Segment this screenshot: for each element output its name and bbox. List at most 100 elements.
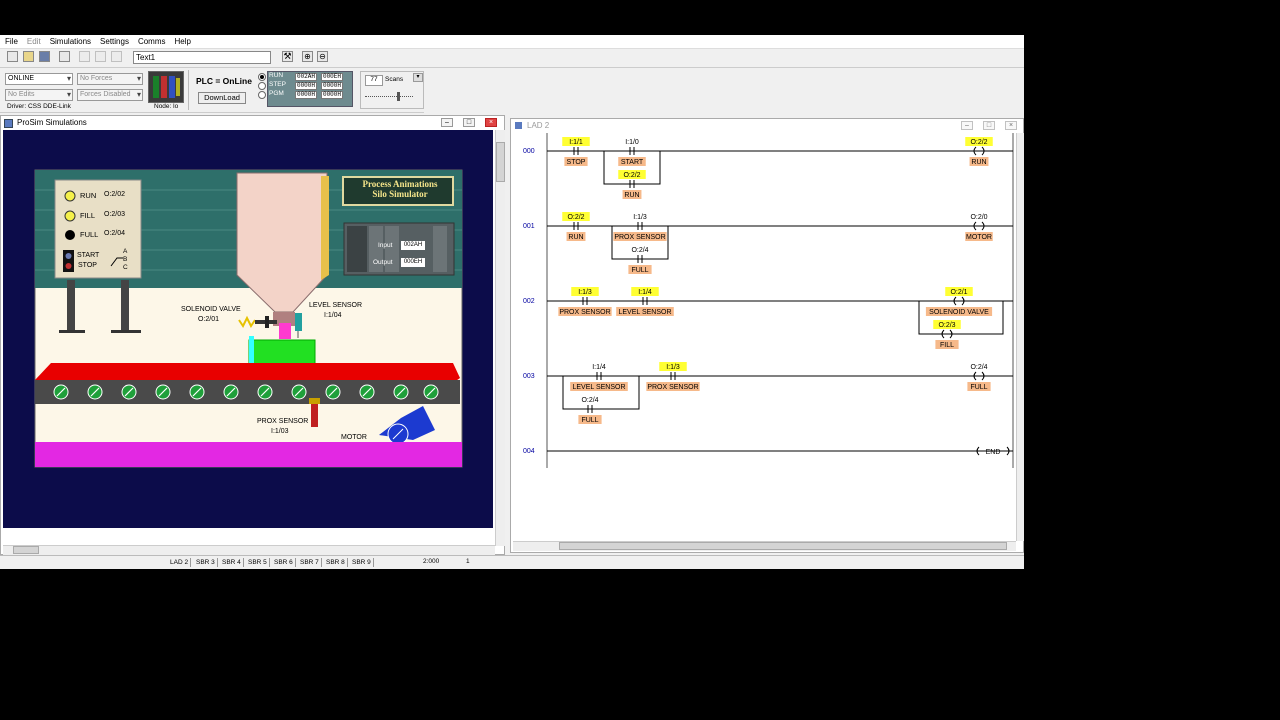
menu-file[interactable]: File <box>0 35 22 48</box>
copy-icon[interactable] <box>95 51 106 62</box>
rung-number: 001 <box>523 223 535 230</box>
scans-count[interactable]: 77 <box>365 75 383 86</box>
rung-number: 000 <box>523 148 535 155</box>
hex-output-3: 0000H <box>321 91 343 99</box>
ladder-diagram: 000 I:1/1 STOP I:1/0 START O:2/2 RUN O:2/2 RUN 00… <box>513 133 1019 530</box>
ladder-vertical-scrollbar[interactable] <box>1016 133 1024 541</box>
edits-select[interactable]: No Edits <box>5 89 73 101</box>
contact-addr: I:1/3 <box>578 289 592 296</box>
scan-slider-track[interactable] <box>365 96 413 98</box>
tab-sbr8[interactable]: SBR 8 <box>324 558 348 567</box>
fill-light-label: FILL <box>80 211 96 220</box>
contact-tag: RUN <box>568 234 583 241</box>
tab-sbr4[interactable]: SBR 4 <box>220 558 244 567</box>
forces-disabled-select[interactable]: Forces Disabled <box>77 89 143 101</box>
scan-slider-thumb[interactable] <box>397 92 400 101</box>
maximize-icon[interactable]: □ <box>983 121 995 130</box>
sim-hscroll-thumb[interactable] <box>13 546 39 554</box>
tab-sbr7[interactable]: SBR 7 <box>298 558 322 567</box>
tab-sbr9[interactable]: SBR 9 <box>350 558 374 567</box>
hex-input-1: 002AH <box>295 73 317 81</box>
download-button[interactable]: DownLoad <box>198 92 246 104</box>
tab-lad2[interactable]: LAD 2 <box>168 558 192 567</box>
zoom-in-icon[interactable]: ⊕ <box>302 51 313 62</box>
text-field[interactable]: Text1 <box>133 51 271 64</box>
maximize-icon[interactable]: □ <box>463 118 475 127</box>
branch-contact-tag: FULL <box>581 417 598 424</box>
level-sensor-label: LEVEL SENSOR <box>309 302 363 309</box>
contact-addr: I:1/4 <box>592 364 606 371</box>
contact-addr: O:2/2 <box>567 214 584 221</box>
footer-bar: LAD 2 SBR 3 SBR 4 SBR 5 SBR 6 SBR 7 SBR … <box>0 555 1024 569</box>
contact-tag: PROX SENSOR <box>614 234 665 241</box>
menu-edit[interactable]: Edit <box>22 35 45 48</box>
step-radio[interactable] <box>258 82 266 90</box>
tab-sbr3[interactable]: SBR 3 <box>194 558 218 567</box>
scans-label: Scans <box>385 76 404 83</box>
tab-sbr5[interactable]: SBR 5 <box>246 558 270 567</box>
sim-vscroll-thumb[interactable] <box>496 142 505 182</box>
ladder-svg: 000 I:1/1 STOP I:1/0 START O:2/2 RUN O:2/2 RUN 00… <box>523 133 1014 468</box>
open-folder-icon[interactable] <box>23 51 34 62</box>
rung-number: 003 <box>523 373 535 380</box>
prox-sensor-addr: I:1/03 <box>271 428 289 435</box>
branch-coil-addr: O:2/3 <box>938 322 955 329</box>
coil-branch-line <box>918 301 1004 335</box>
menu-help[interactable]: Help <box>170 35 195 48</box>
end-label: END <box>986 449 1001 456</box>
solenoid-valve-label: SOLENOID VALVE <box>181 306 241 313</box>
close-icon[interactable]: × <box>1005 121 1017 130</box>
rung-number: 002 <box>523 298 535 305</box>
ladder-hscroll-thumb[interactable] <box>559 542 1007 550</box>
plc-rack-graphic <box>153 76 180 98</box>
close-icon[interactable]: × <box>485 118 497 127</box>
divider <box>188 70 189 110</box>
contact-addr: I:1/4 <box>638 289 652 296</box>
switch-b-label: B <box>123 256 128 263</box>
branch-coil-tag: FILL <box>940 342 954 349</box>
hex-output-2: 0000H <box>321 82 343 90</box>
print-icon[interactable] <box>59 51 70 62</box>
minimize-icon[interactable]: – <box>961 121 973 130</box>
prosim-app: File Edit Simulations Settings Comms Help Tex… <box>0 35 1024 569</box>
sim-vertical-scrollbar[interactable] <box>495 130 505 546</box>
zoom-out-icon[interactable]: ⊖ <box>317 51 328 62</box>
run-radio[interactable] <box>258 73 266 81</box>
menu-comms[interactable]: Comms <box>133 35 170 48</box>
contact-tag: START <box>621 159 644 166</box>
banner-line-1: Process Animations <box>362 179 438 189</box>
menu-settings[interactable]: Settings <box>95 35 133 48</box>
ladder-horizontal-scrollbar[interactable] <box>513 541 1016 551</box>
toolbar: Text1 ⚒ ⊕ ⊖ <box>0 49 1024 68</box>
branch-contact-tag: FULL <box>631 267 648 274</box>
menu-simulations[interactable]: Simulations <box>45 35 95 48</box>
branch-contact-tag: RUN <box>624 192 639 199</box>
window-icon <box>515 122 522 129</box>
step-mode-label: STEP <box>269 81 286 88</box>
coil-tag: RUN <box>971 159 986 166</box>
level-sensor-addr: I:1/04 <box>324 312 342 319</box>
tools-icon[interactable]: ⚒ <box>282 51 293 62</box>
new-file-icon[interactable] <box>7 51 18 62</box>
start-button-label[interactable]: START <box>77 252 99 259</box>
forces-select[interactable]: No Forces <box>77 73 143 85</box>
pgm-mode-label: PGM <box>269 90 284 97</box>
plc-online-label: PLC = OnLine <box>196 76 252 86</box>
contact-tag: PROX SENSOR <box>647 384 698 391</box>
scans-reset-icon[interactable]: ▾ <box>413 73 423 82</box>
node-label: Node: lo <box>154 103 179 110</box>
contact-tag: LEVEL SENSOR <box>618 309 671 316</box>
banner-title: Process Animations Silo Simulator <box>349 179 451 199</box>
plc-rack-icon[interactable] <box>148 71 184 103</box>
stop-button-label[interactable]: STOP <box>78 262 97 269</box>
cut-icon[interactable] <box>79 51 90 62</box>
minimize-icon[interactable]: – <box>441 118 453 127</box>
solenoid-valve-addr: O:2/01 <box>198 316 220 323</box>
paste-icon[interactable] <box>111 51 122 62</box>
sim-horizontal-scrollbar[interactable] <box>3 545 495 555</box>
mode-select[interactable]: ONLINE <box>5 73 73 85</box>
save-icon[interactable] <box>39 51 50 62</box>
tab-sbr6[interactable]: SBR 6 <box>272 558 296 567</box>
pgm-radio[interactable] <box>258 91 266 99</box>
ladder-window: LAD 2 – □ × 000 I:1/1 STOP I:1/0 START O:2/2 R… <box>510 118 1024 553</box>
